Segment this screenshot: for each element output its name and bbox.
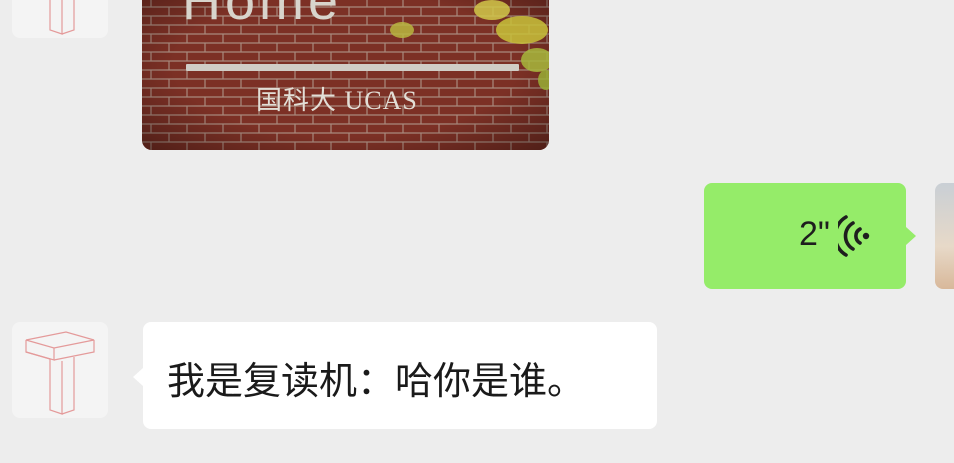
voice-message-bubble[interactable]: 2" [704,183,916,289]
voice-duration: 2" [799,215,830,253]
letter-t-3d-icon [49,0,75,35]
sign-large-text: Home [182,0,343,31]
chat-area: Home 国科大 UCAS 2" 我是复读机：哈你是谁。 [0,0,954,463]
letter-t-3d-icon [25,331,95,415]
sign-small-text: 国科大 UCAS [256,86,418,115]
user-avatar[interactable] [935,183,954,289]
message-text: 我是复读机：哈你是谁。 [167,359,586,403]
bot-avatar[interactable] [12,322,108,418]
sign-divider [186,64,519,71]
image-message[interactable]: Home 国科大 UCAS [142,0,549,150]
voice-wave-icon [838,215,870,257]
text-message-bubble[interactable]: 我是复读机：哈你是谁。 [133,322,657,429]
bot-avatar[interactable] [12,0,108,38]
